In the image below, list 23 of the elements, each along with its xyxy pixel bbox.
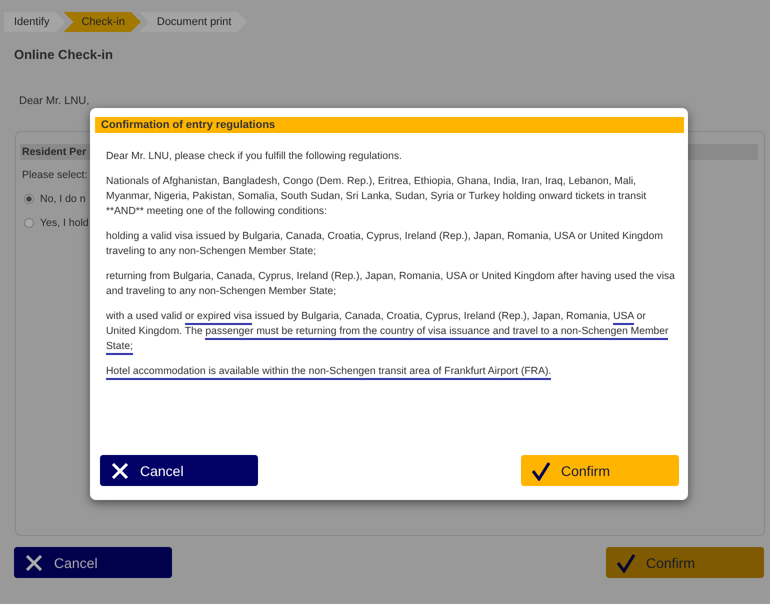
cancel-button[interactable]: Cancel: [14, 547, 172, 578]
paragraph: Nationals of Afghanistan, Bangladesh, Congo (Dem. Rep.), Eritrea, Ethiopia, Ghana, India, Iran, Iraq, Lebanon, Mali, Myanmar, Nigeria, Pakistan, Somalia, South Sudan, Sri Lanka, Sudan, Syria or Turkey holding onward tickets in transit **AND** meeting one of the following conditions:: [106, 175, 648, 219]
close-icon: [110, 460, 130, 480]
intro-text: Dear Mr. LNU,: [19, 95, 90, 107]
close-icon: [24, 552, 44, 572]
option-label: Yes, I hold: [40, 217, 89, 229]
confirm-button[interactable]: Confirm: [521, 455, 679, 486]
prompt-text: Please select:: [22, 169, 88, 181]
radio-button[interactable]: [24, 218, 34, 228]
paragraph: Hotel accommodation is available within the non-Schengen transit area of Frankfurt Airport (FRA).: [106, 364, 676, 379]
check-icon: [616, 552, 636, 572]
option-label: No, I do n: [40, 193, 86, 205]
paragraph: with a used valid or expired visa issued by Bulgaria, Canada, Croatia, Cyprus, Ireland (Rep.), Japan, Romania, USA or United Kingdom. The passenger must be returning from the country of visa issuance and travel to a non-Schengen Member State;: [106, 309, 676, 354]
check-icon: [531, 460, 551, 480]
dialog-title: Confirmation of entry regulations: [95, 117, 684, 133]
step-tab[interactable]: Check-in: [63, 12, 141, 32]
paragraph: returning from Bulgaria, Canada, Cyprus, Ireland (Rep.), Japan, Romania, USA or United Kingdom after having used the visa and traveling to any non-Schengen Member State;: [106, 270, 676, 299]
step-tab[interactable]: Document print: [138, 12, 248, 32]
page-title: Online Check-in: [14, 47, 114, 62]
radio-button[interactable]: [24, 194, 34, 204]
cancel-button[interactable]: Cancel: [100, 455, 258, 486]
paragraph: holding a valid visa issued by Bulgaria, Canada, Croatia, Cyprus, Ireland (Rep.), Japan, Romania, USA or United Kingdom traveling to any non-Schengen Member State;: [106, 230, 664, 259]
step-tab[interactable]: Identify: [4, 12, 66, 32]
